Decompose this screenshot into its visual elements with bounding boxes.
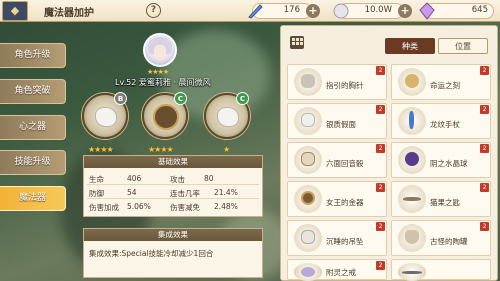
base-effects-title: 基础效果 bbox=[84, 156, 262, 168]
menu-character-upgrade[interactable]: 角色升级 bbox=[0, 43, 66, 68]
inventory-item[interactable]: 银质假面 2 bbox=[287, 103, 387, 139]
pendant-icon bbox=[301, 230, 315, 244]
inventory-item[interactable]: 女王的金器 2 bbox=[287, 181, 387, 217]
help-icon[interactable]: ? bbox=[146, 3, 161, 18]
menu-skill-upgrade[interactable]: 技能升级 bbox=[0, 150, 66, 175]
back-button[interactable]: ◆ bbox=[2, 1, 28, 21]
crystal-ball-icon bbox=[405, 152, 419, 166]
silver-mask-icon bbox=[301, 113, 315, 127]
menu-heart-vessel[interactable]: 心之器 bbox=[0, 115, 66, 140]
add-quill-button[interactable]: + bbox=[306, 4, 320, 18]
set-effects-panel: 集成效果 集成效果:Special技能冷却减少1回合 bbox=[83, 228, 263, 278]
key-icon bbox=[403, 197, 421, 201]
top-bar: ◆ 魔法器加护 ? 176 + 10.0W + 645 bbox=[0, 0, 500, 22]
inventory-panel: 种类 位置 指引的胸针 2 命运之刻 2 银质假面 2 龙纹手杖 2 六面回音骰… bbox=[280, 25, 498, 281]
resource-value: 10.0W bbox=[364, 5, 392, 15]
grade-badge: B bbox=[114, 92, 127, 105]
inventory-item[interactable]: 猫果之匙 2 bbox=[391, 181, 491, 217]
bronze-medallion-icon bbox=[153, 104, 179, 130]
crystal-gem-icon bbox=[419, 2, 435, 20]
resource-crystal: 645 bbox=[418, 2, 498, 20]
grade-badge: C bbox=[174, 92, 187, 105]
set-effects-title: 集成效果 bbox=[84, 229, 262, 241]
silver-brooch-icon bbox=[301, 74, 315, 88]
equip-slot-3[interactable]: C bbox=[204, 92, 250, 139]
stat-damage-bonus: 伤害加成 5.06% bbox=[89, 202, 151, 212]
slot-stars: ★ bbox=[223, 145, 230, 154]
ring-icon bbox=[301, 267, 315, 277]
inventory-item[interactable] bbox=[391, 259, 491, 281]
equip-slot-2[interactable]: C bbox=[142, 92, 188, 139]
slot-stars: ★★★★ bbox=[88, 145, 114, 154]
tab-type[interactable]: 种类 bbox=[385, 38, 435, 54]
inventory-item[interactable]: 指引的胸针 2 bbox=[287, 64, 387, 100]
dragon-staff-icon bbox=[409, 111, 414, 129]
resource-silver: 10.0W + bbox=[332, 3, 418, 19]
pottery-jar-icon bbox=[405, 230, 419, 244]
silver-orb-icon bbox=[333, 3, 349, 19]
base-effects-panel: 基础效果 生命 406 攻击 80 防御 54 连击几率 21.4% 伤害加成 5.06%… bbox=[83, 155, 263, 217]
inventory-item[interactable]: 古怪的陶罐 2 bbox=[391, 220, 491, 256]
inventory-item[interactable]: 龙纹手杖 2 bbox=[391, 103, 491, 139]
inventory-item[interactable]: 沉睡的吊坠 2 bbox=[287, 220, 387, 256]
set-effect-text: 集成效果:Special技能冷却减少1回合 bbox=[89, 249, 214, 258]
inventory-item[interactable]: 阴之水晶球 2 bbox=[391, 142, 491, 178]
equip-slot-1[interactable]: B bbox=[82, 92, 128, 139]
character-stars: ★★★★ bbox=[147, 68, 169, 76]
resource-value: 645 bbox=[471, 5, 488, 15]
grade-badge: C bbox=[236, 92, 249, 105]
inventory-item[interactable]: 附灵之戒 2 bbox=[287, 259, 387, 281]
page-title: 魔法器加护 bbox=[44, 8, 94, 19]
white-mask-icon bbox=[95, 107, 117, 127]
sword-icon bbox=[402, 271, 422, 274]
stat-damage-reduction: 伤害减免 2.48% bbox=[170, 202, 238, 212]
grid-view-icon[interactable] bbox=[290, 36, 304, 49]
dice-icon bbox=[301, 152, 315, 166]
tab-position[interactable]: 位置 bbox=[438, 38, 488, 54]
add-silver-button[interactable]: + bbox=[398, 4, 412, 18]
pocket-watch-icon bbox=[405, 74, 419, 88]
gold-medallion-icon bbox=[301, 191, 315, 205]
slot-stars: ★★★★ bbox=[148, 145, 174, 154]
inventory-item[interactable]: 命运之刻 2 bbox=[391, 64, 491, 100]
character-name: Lv.52 爱蜜莉雅 · 晨间微风 bbox=[115, 78, 211, 87]
resource-value: 176 bbox=[283, 5, 300, 15]
white-mask-icon bbox=[217, 107, 239, 127]
resource-quill: 176 + bbox=[246, 3, 326, 19]
menu-magic-device[interactable]: 魔法器 bbox=[0, 186, 66, 211]
menu-character-breakthrough[interactable]: 角色突破 bbox=[0, 79, 66, 104]
diamond-back-icon: ◆ bbox=[10, 4, 20, 17]
feather-quill-icon bbox=[248, 4, 263, 19]
character-portrait[interactable] bbox=[143, 33, 177, 67]
inventory-item[interactable]: 六面回音骰 2 bbox=[287, 142, 387, 178]
